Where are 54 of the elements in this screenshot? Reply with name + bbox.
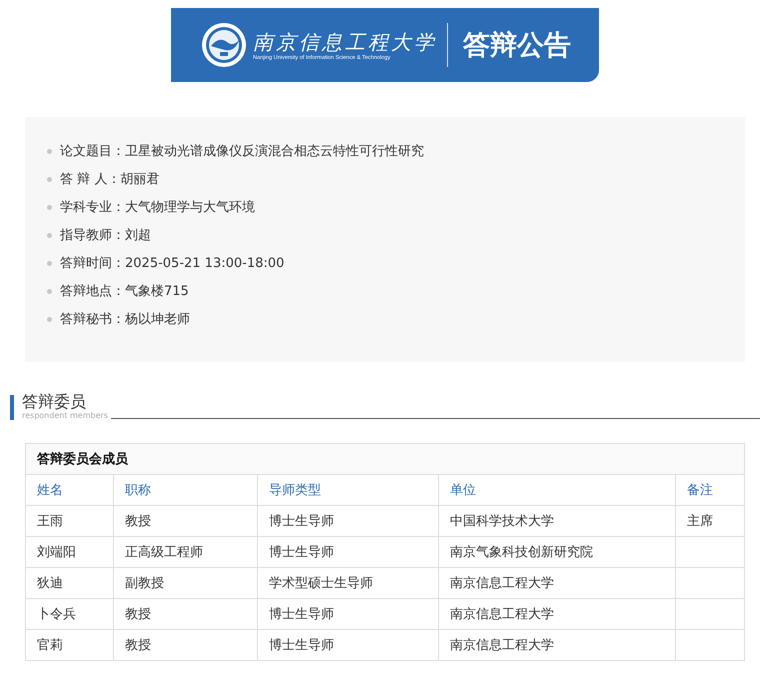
table-cell: 教授: [114, 506, 258, 536]
table-cell: 刘端阳: [26, 536, 114, 568]
bullet-icon: [47, 260, 52, 266]
section-marker: [10, 395, 14, 420]
column-header: 职称: [114, 474, 258, 506]
bullet-icon: [47, 288, 52, 294]
info-value: 杨以坤老师: [125, 311, 190, 328]
university-emblem-icon: [201, 22, 247, 68]
table-cell: 南京信息工程大学: [438, 568, 676, 598]
info-value: 大气物理学与大气环境: [125, 199, 255, 216]
table-cell: 南京信息工程大学: [438, 598, 676, 630]
info-label: 答辩秘书：: [60, 311, 125, 328]
bullet-icon: [47, 204, 52, 210]
info-value: 刘超: [125, 227, 151, 244]
info-label: 答 辩 人：: [60, 171, 120, 188]
section-subtitle: respondent members: [22, 411, 108, 420]
bullet-icon: [47, 148, 52, 154]
table-cell: 主席: [676, 506, 744, 536]
table-cell: 博士生导师: [258, 506, 438, 536]
info-label: 指导教师：: [60, 227, 125, 244]
table-cell: 卜令兵: [26, 598, 114, 630]
table-cell: 狄迪: [26, 568, 114, 598]
bullet-icon: [47, 316, 52, 322]
info-label: 答辩时间：: [60, 255, 125, 272]
column-header: 单位: [438, 474, 676, 506]
table-cell: 博士生导师: [258, 598, 438, 630]
info-value: 气象楼715: [125, 283, 189, 300]
table-cell: 博士生导师: [258, 630, 438, 660]
table-cell: 教授: [114, 598, 258, 630]
info-label: 学科专业：: [60, 199, 125, 216]
table-cell: 官莉: [26, 630, 114, 660]
column-header: 备注: [676, 474, 744, 506]
announcement-title: 答辩公告: [463, 29, 571, 63]
table-caption: 答辩委员会成员: [26, 444, 744, 474]
bullet-icon: [47, 232, 52, 238]
table-cell: 博士生导师: [258, 536, 438, 568]
table-cell: 教授: [114, 630, 258, 660]
table-cell: 中国科学技术大学: [438, 506, 676, 536]
table-cell: 正高级工程师: [114, 536, 258, 568]
table-cell: 南京气象科技创新研究院: [438, 536, 676, 568]
info-value: 卫星被动光谱成像仪反演混合相态云特性可行性研究: [125, 143, 424, 160]
table-cell: 王雨: [26, 506, 114, 536]
info-value: 2025-05-21 13:00-18:00: [125, 256, 284, 270]
info-value: 胡丽君: [120, 171, 160, 188]
info-label: 答辩地点：: [60, 283, 125, 300]
university-name: 南京信息工程大学: [253, 29, 437, 55]
section-title: 答辩委员: [22, 393, 87, 411]
table-cell: 学术型硕士生导师: [258, 568, 438, 598]
table-cell: 副教授: [114, 568, 258, 598]
bullet-icon: [47, 176, 52, 182]
column-header: 姓名: [26, 474, 114, 506]
table-cell: 南京信息工程大学: [438, 630, 676, 660]
column-header: 导师类型: [258, 474, 438, 506]
info-label: 论文题目：: [60, 143, 125, 160]
